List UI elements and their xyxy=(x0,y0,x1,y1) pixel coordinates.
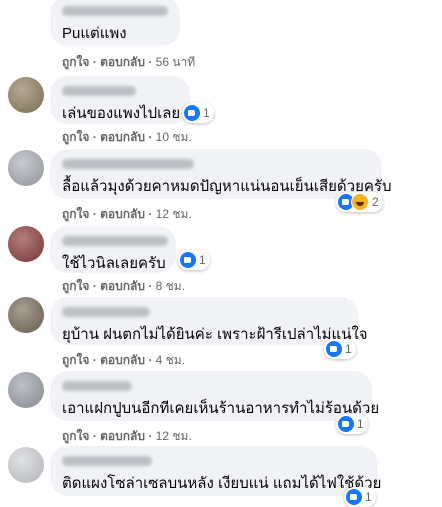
like-link[interactable]: ถูกใจ xyxy=(62,207,89,221)
comment-time[interactable]: 56 นาที xyxy=(156,55,196,69)
comment-time[interactable]: 12 ชม. xyxy=(156,429,192,443)
haha-icon xyxy=(351,193,369,211)
reply-link[interactable]: ตอบกลับ xyxy=(100,279,145,293)
comment-actions: ถูกใจ · ตอบกลับ · 8 ชม. xyxy=(62,279,186,293)
comment-time[interactable]: 4 ชม. xyxy=(156,353,185,367)
comment-text: Puแต่แพง xyxy=(62,25,127,42)
reply-link[interactable]: ตอบกลับ xyxy=(100,207,145,221)
avatar[interactable] xyxy=(8,447,44,483)
reaction-count[interactable]: 1 xyxy=(336,414,368,434)
like-link[interactable]: ถูกใจ xyxy=(62,130,89,144)
like-icon xyxy=(184,105,200,121)
like-icon xyxy=(346,489,362,505)
like-link[interactable]: ถูกใจ xyxy=(62,55,89,69)
reaction-count[interactable]: 1 xyxy=(178,250,210,270)
comment-time[interactable]: 8 ชม. xyxy=(156,279,185,293)
reply-link[interactable]: ตอบกลับ xyxy=(100,55,145,69)
avatar[interactable] xyxy=(8,372,44,408)
comment-bubble: Puแต่แพง xyxy=(50,0,180,46)
comment-bubble: เอาแฝกปูบนอีกทีเคยเห็นร้านอาหารทำไม่ร้อน… xyxy=(50,371,380,421)
comment-actions: ถูกใจ · ตอบกลับ · 12 ชม. xyxy=(62,207,192,221)
commenter-name-blurred[interactable] xyxy=(62,307,150,317)
reply-link[interactable]: ตอบกลับ xyxy=(100,353,145,367)
reaction-count[interactable]: 1 xyxy=(324,339,356,359)
comment-time[interactable]: 12 ชม. xyxy=(156,207,192,221)
like-link[interactable]: ถูกใจ xyxy=(62,353,89,367)
like-link[interactable]: ถูกใจ xyxy=(62,429,89,443)
reply-link[interactable]: ตอบกลับ xyxy=(100,130,145,144)
like-icon xyxy=(338,416,354,432)
like-icon xyxy=(326,341,342,357)
commenter-name-blurred[interactable] xyxy=(62,456,152,466)
comment-actions: ถูกใจ · ตอบกลับ · 56 นาที xyxy=(62,55,196,69)
commenter-name-blurred[interactable] xyxy=(62,236,168,246)
comment-text: ลื้อแล้วมุงด้วยคาหมดปัญหาแน่นอนเย็นเสียด… xyxy=(62,178,392,195)
like-icon xyxy=(180,252,196,268)
comment-bubble: เล่นของแพงไปเลย xyxy=(50,76,190,124)
comment-actions: ถูกใจ · ตอบกลับ · 10 ชม. xyxy=(62,130,192,144)
comment-text: ติดแผงโซล่าเซลบนหลัง เงียบแน่ แถมได้ไฟใช… xyxy=(62,475,382,492)
commenter-name-blurred[interactable] xyxy=(62,159,194,169)
comment-text: เอาแฝกปูบนอีกทีเคยเห็นร้านอาหารทำไม่ร้อน… xyxy=(62,400,380,417)
comment-bubble: ยุบ้าน ฝนตกไม่ได้ยินค่ะ เพราะฝ้ารีเปล่าไ… xyxy=(50,297,368,345)
comment-bubble: ลื้อแล้วมุงด้วยคาหมดปัญหาแน่นอนเย็นเสียด… xyxy=(50,149,392,199)
comment-bubble: ใช้ไวนิลเลยครับ xyxy=(50,226,176,273)
commenter-name-blurred[interactable] xyxy=(62,381,132,391)
avatar[interactable] xyxy=(8,150,44,186)
avatar[interactable] xyxy=(8,297,44,333)
comment-bubble: ติดแผงโซล่าเซลบนหลัง เงียบแน่ แถมได้ไฟใช… xyxy=(50,446,382,496)
commenter-name-blurred[interactable] xyxy=(62,6,168,16)
commenter-name-blurred[interactable] xyxy=(62,86,136,96)
reply-link[interactable]: ตอบกลับ xyxy=(100,429,145,443)
reaction-count[interactable]: 1 xyxy=(344,487,376,507)
like-link[interactable]: ถูกใจ xyxy=(62,279,89,293)
comment-time[interactable]: 10 ชม. xyxy=(156,130,192,144)
comment-text: ยุบ้าน ฝนตกไม่ได้ยินค่ะ เพราะฝ้ารีเปล่าไ… xyxy=(62,326,368,343)
comment-actions: ถูกใจ · ตอบกลับ · 4 ชม. xyxy=(62,353,186,367)
avatar[interactable] xyxy=(8,226,44,262)
comment-actions: ถูกใจ · ตอบกลับ · 12 ชม. xyxy=(62,429,192,443)
comment-text: ใช้ไวนิลเลยครับ xyxy=(62,255,166,272)
comment-text: เล่นของแพงไปเลย xyxy=(62,105,181,122)
reaction-count[interactable]: 2 xyxy=(336,192,383,212)
avatar[interactable] xyxy=(8,77,44,113)
reaction-count[interactable]: 1 xyxy=(182,103,214,123)
